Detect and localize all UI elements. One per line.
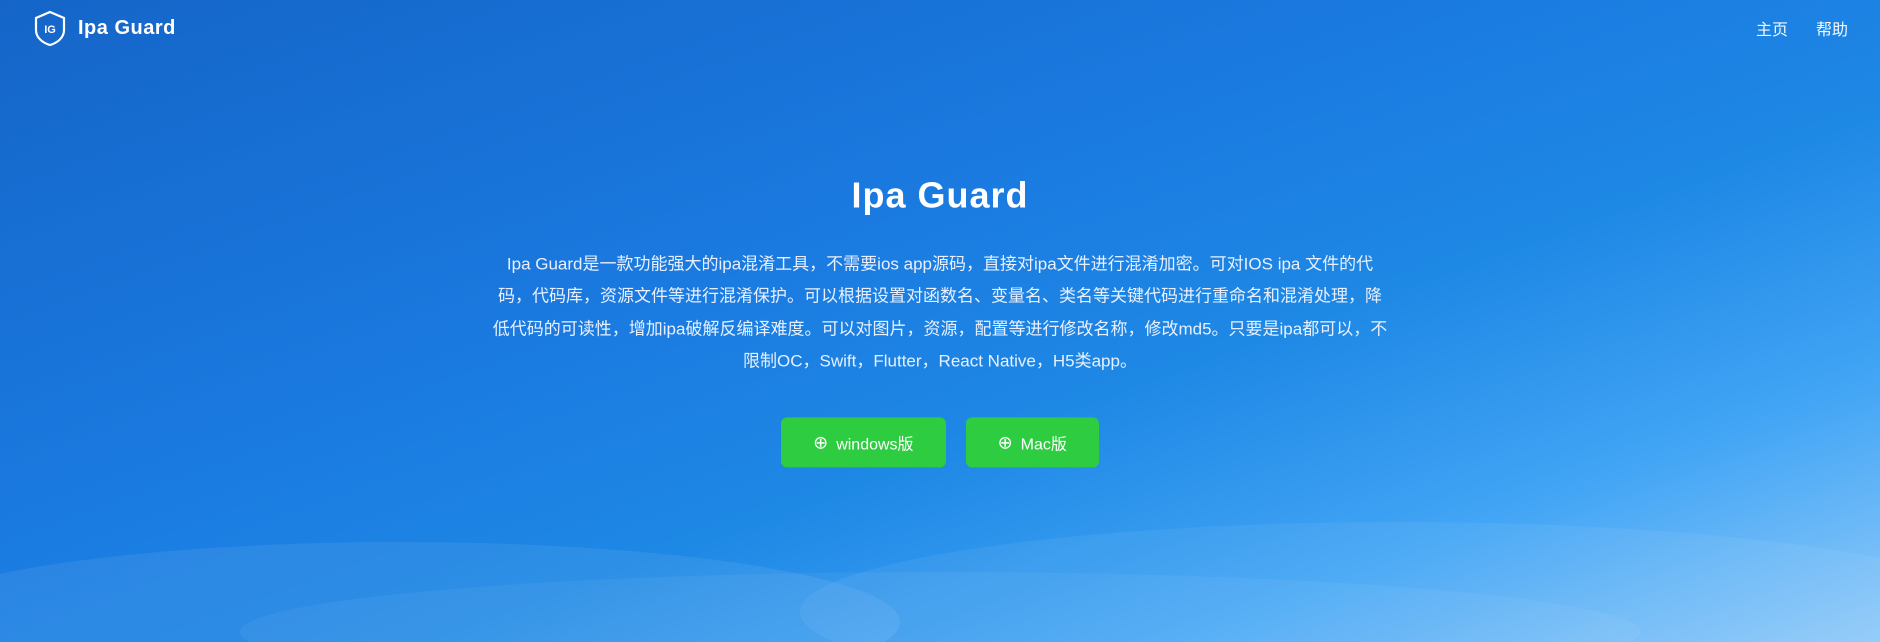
nav-help[interactable]: 帮助 <box>1816 16 1848 40</box>
logo-icon: IG <box>32 10 68 46</box>
windows-download-icon: ⊕ <box>813 432 828 453</box>
logo-text: Ipa Guard <box>78 17 176 40</box>
mac-download-label: Mac版 <box>1021 431 1067 455</box>
page-wrapper: IG Ipa Guard 主页 帮助 Ipa Guard Ipa Guard是一… <box>0 0 1880 642</box>
nav-home[interactable]: 主页 <box>1756 16 1788 40</box>
svg-text:IG: IG <box>44 24 56 36</box>
hero-title: Ipa Guard <box>490 174 1390 216</box>
mac-download-icon: ⊕ <box>998 432 1013 453</box>
windows-download-button[interactable]: ⊕ windows版 <box>781 418 945 468</box>
wave-decoration <box>0 462 1880 642</box>
button-group: ⊕ windows版 ⊕ Mac版 <box>490 418 1390 468</box>
logo-area: IG Ipa Guard <box>32 10 176 46</box>
hero-description: Ipa Guard是一款功能强大的ipa混淆工具，不需要ios app源码，直接… <box>490 248 1390 377</box>
mac-download-button[interactable]: ⊕ Mac版 <box>966 418 1099 468</box>
windows-download-label: windows版 <box>836 431 913 455</box>
nav-links: 主页 帮助 <box>1756 16 1848 40</box>
main-content: Ipa Guard Ipa Guard是一款功能强大的ipa混淆工具，不需要io… <box>490 174 1390 467</box>
header: IG Ipa Guard 主页 帮助 <box>0 0 1880 56</box>
